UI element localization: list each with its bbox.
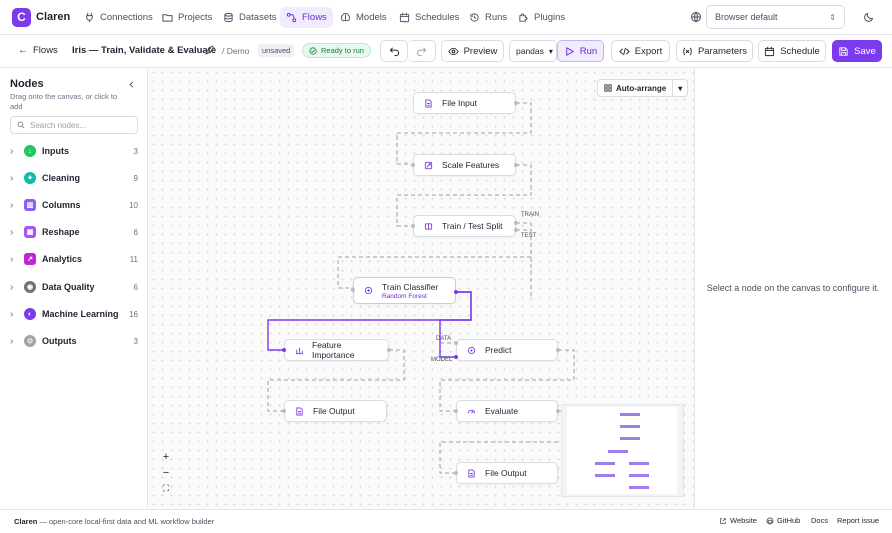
node-label: Train Classifier: [382, 281, 439, 292]
node-handle[interactable]: [411, 163, 415, 167]
port-label-data: DATA: [436, 336, 452, 342]
footer-link-label: Docs: [811, 516, 829, 525]
minimap-node: [629, 474, 649, 477]
auto-arrange-control[interactable]: Auto-arrange ▾: [597, 79, 689, 97]
minimap-node: [595, 462, 615, 465]
minimap-node: [620, 425, 640, 428]
node-sublabel: Random Forest: [382, 292, 427, 300]
node-scale-features[interactable]: Scale Features: [413, 154, 516, 176]
node-label: Scale Features: [442, 160, 500, 170]
node-handle[interactable]: [351, 288, 355, 292]
node-predict[interactable]: Predict: [456, 339, 558, 361]
github-icon: [766, 517, 774, 524]
node-handle[interactable]: [514, 101, 518, 105]
node-handle[interactable]: [556, 348, 560, 352]
file-icon: [467, 468, 477, 478]
minimap-node: [629, 462, 649, 465]
bar-chart-icon: [295, 345, 304, 355]
target-icon: [467, 345, 477, 355]
footer-github-link[interactable]: GitHub: [766, 516, 800, 525]
node-handle[interactable]: [411, 224, 415, 228]
node-handle[interactable]: [387, 348, 391, 352]
footer-brand: Claren: [14, 517, 38, 526]
port-label-model: MODEL: [431, 357, 453, 363]
minimap-node: [620, 413, 640, 416]
node-text: Train Classifier Random Forest: [382, 282, 438, 300]
external-link-icon: [720, 517, 726, 524]
footer-docs-link[interactable]: Docs: [811, 516, 828, 525]
node-label: File Output: [485, 468, 527, 478]
node-handle[interactable]: [454, 409, 458, 413]
file-icon: [424, 98, 434, 108]
node-handle[interactable]: [282, 409, 286, 413]
node-handle[interactable]: [556, 409, 560, 413]
minimap-node: [620, 437, 640, 440]
auto-arrange-button[interactable]: Auto-arrange: [598, 80, 674, 96]
footer-text: Claren — open-core local-first data and …: [14, 517, 214, 526]
footer-link-label: Report issue: [837, 516, 880, 525]
scale-icon: [424, 160, 434, 170]
footer-link-label: Website: [730, 516, 757, 525]
file-icon: [295, 406, 305, 416]
auto-arrange-label: Auto-arrange: [616, 83, 667, 93]
node-evaluate[interactable]: Evaluate: [456, 400, 558, 422]
node-train-classifier[interactable]: Train Classifier Random Forest: [353, 277, 456, 304]
node-label: File Output: [313, 406, 355, 416]
gauge-icon: [467, 406, 477, 416]
node-feature-importance[interactable]: Feature Importance: [284, 339, 389, 361]
grid-icon: [604, 84, 612, 92]
node-handle[interactable]: [514, 228, 518, 232]
node-handle[interactable]: [514, 163, 518, 167]
node-train-test-split[interactable]: Train / Test Split: [413, 215, 516, 237]
footer-report-link[interactable]: Report issue: [837, 516, 879, 525]
node-handle[interactable]: [454, 290, 458, 294]
node-file-output-2[interactable]: File Output: [456, 462, 558, 484]
node-handle[interactable]: [454, 471, 458, 475]
node-file-output-1[interactable]: File Output: [284, 400, 387, 422]
zoom-in-button[interactable]: +: [158, 450, 174, 463]
minimap-node: [629, 486, 649, 489]
node-handle[interactable]: [282, 348, 286, 352]
node-label: Feature Importance: [312, 340, 355, 360]
zoom-controls: + − ⛶: [158, 450, 174, 495]
port-label-train: TRAIN: [521, 212, 539, 218]
chevron-down-icon[interactable]: ▾: [673, 84, 687, 93]
ml-icon: [364, 286, 374, 296]
footer-website-link[interactable]: Website: [719, 516, 757, 525]
minimap-node: [608, 450, 628, 453]
node-handle[interactable]: [454, 341, 458, 345]
node-file-input[interactable]: File Input: [413, 92, 516, 114]
node-label: Evaluate: [485, 406, 519, 416]
node-handle[interactable]: [454, 355, 458, 359]
minimap-node: [595, 474, 615, 477]
port-label-test: TEST: [521, 233, 537, 239]
node-label: File Input: [442, 98, 477, 108]
footer-tagline: — open-core local-first data and ML work…: [37, 517, 215, 526]
node-label: Train / Test Split: [442, 221, 503, 231]
minimap-viewport[interactable]: [567, 407, 677, 494]
footer-link-label: GitHub: [777, 516, 801, 525]
config-panel-hint: Select a node on the canvas to configure…: [706, 283, 880, 293]
node-label: Predict: [485, 345, 512, 355]
fit-view-button[interactable]: ⛶: [158, 482, 174, 495]
split-icon: [424, 221, 434, 231]
zoom-out-button[interactable]: −: [158, 466, 174, 479]
node-handle[interactable]: [514, 221, 518, 225]
